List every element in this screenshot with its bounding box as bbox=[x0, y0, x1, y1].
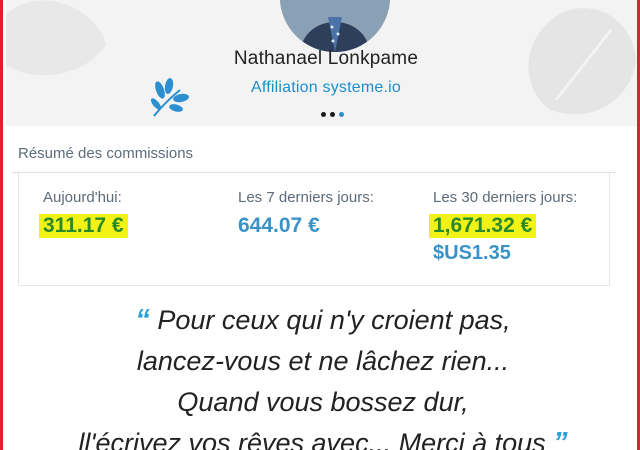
quote-line-3: Quand vous bossez dur, bbox=[177, 387, 469, 417]
quote-line-4: ll'écrivez vos rêves avec... Merci à tou… bbox=[3, 423, 637, 450]
stat-7days-label: Les 7 derniers jours: bbox=[238, 189, 374, 206]
motivational-quote: “ Pour ceux qui n'y croient pas, lancez-… bbox=[3, 300, 637, 450]
profile-name: Nathanael Lonkpame bbox=[233, 48, 419, 69]
stat-today-label: Aujourd'hui: bbox=[43, 189, 122, 206]
commissions-card: Résumé des commissions Aujourd'hui: 311.… bbox=[12, 126, 616, 286]
carousel-dot-1[interactable] bbox=[321, 112, 326, 117]
stat-30days-value: 1,671.32 € bbox=[429, 214, 537, 238]
stat-7days: Les 7 derniers jours: 644.07 € bbox=[238, 189, 374, 238]
quote-line-1-text: Pour ceux qui n'y croient pas, bbox=[157, 305, 511, 335]
commissions-title: Résumé des commissions bbox=[18, 145, 194, 162]
carousel-dot-2[interactable] bbox=[330, 112, 335, 117]
stat-today-value: 311.17 € bbox=[39, 214, 128, 238]
profile-photo-icon bbox=[280, 0, 390, 52]
leaf-decoration-left-icon bbox=[6, 0, 106, 76]
quote-close-mark: ” bbox=[553, 427, 568, 450]
stat-30days-label: Les 30 derniers jours: bbox=[433, 189, 578, 206]
profile-header: Nathanael Lonkpame Affiliation systeme.i… bbox=[6, 0, 637, 126]
affiliation-link[interactable]: Affiliation systeme.io bbox=[6, 79, 637, 97]
stat-30days: Les 30 derniers jours: 1,671.32 € $US1.3… bbox=[429, 189, 578, 265]
quote-line-1: “ Pour ceux qui n'y croient pas, bbox=[3, 300, 637, 341]
stat-today: Aujourd'hui: 311.17 € bbox=[39, 189, 128, 238]
stat-30days-usd-value: $US1.35 bbox=[433, 242, 511, 264]
stat-7days-value: 644.07 € bbox=[238, 214, 320, 237]
avatar bbox=[280, 0, 390, 52]
commission-stats: Aujourd'hui: 311.17 € Les 7 derniers jou… bbox=[18, 173, 610, 286]
quote-line-4-text: ll'écrivez vos rêves avec... Merci à tou… bbox=[78, 428, 546, 450]
screenshot-frame: Nathanael Lonkpame Affiliation systeme.i… bbox=[0, 0, 640, 450]
carousel-dot-3[interactable] bbox=[339, 112, 344, 117]
quote-line-2: lancez-vous et ne lâchez rien... bbox=[136, 346, 510, 376]
quote-open-mark: “ bbox=[135, 304, 150, 336]
